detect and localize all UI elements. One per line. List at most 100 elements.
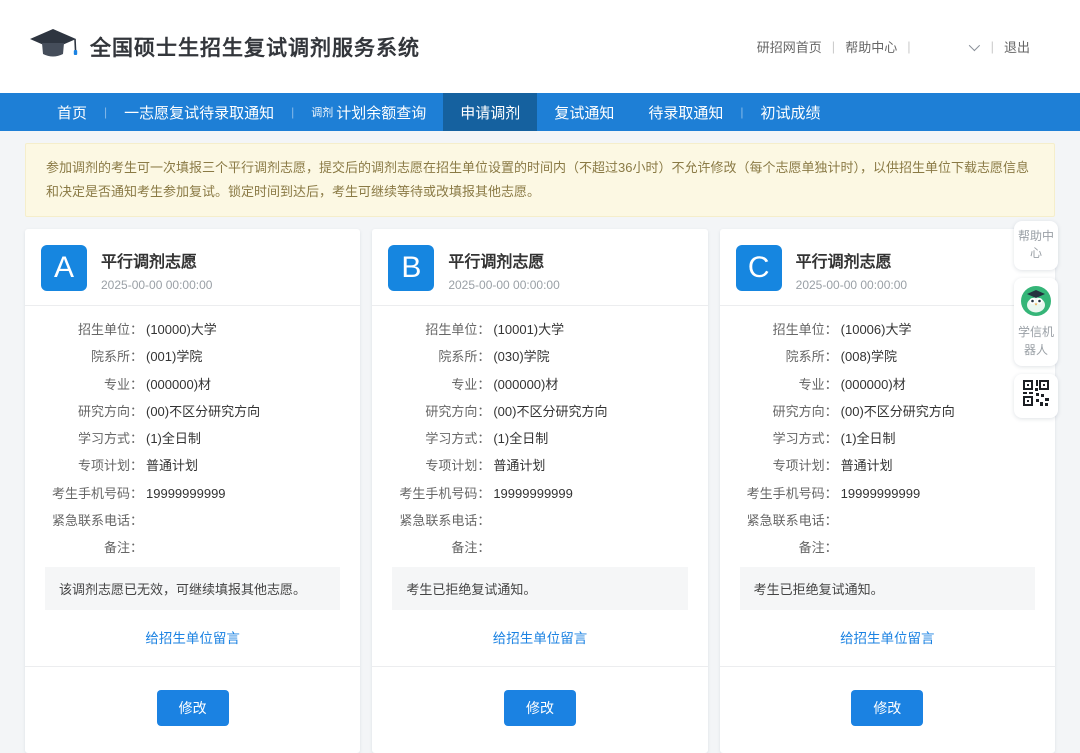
field-label: 招生单位：: [386, 322, 490, 338]
field-label: 专业：: [386, 377, 490, 393]
message-to-unit-link[interactable]: 给招生单位留言: [386, 610, 693, 666]
chevron-down-icon[interactable]: [968, 39, 979, 50]
field-label: 紧急联系电话：: [734, 513, 838, 529]
field-label: 紧急联系电话：: [386, 513, 490, 529]
message-to-unit-link[interactable]: 给招生单位留言: [39, 610, 346, 666]
header-divider: |: [832, 39, 835, 54]
nav-item-admission-notice[interactable]: 待录取通知: [631, 93, 740, 131]
card-body: 招生单位：(10006)大学 院系所：(008)学院 专业：(000000)材 …: [720, 306, 1055, 666]
field-label: 专项计划：: [734, 458, 838, 474]
card-title: 平行调剂志愿: [101, 245, 212, 272]
edit-button[interactable]: 修改: [157, 690, 229, 726]
adjustment-card-a: A 平行调剂志愿 2025-00-00 00:00:00 招生单位：(10000…: [25, 229, 360, 753]
field-label: 学习方式：: [39, 431, 143, 447]
field-value: 普通计划: [493, 458, 545, 474]
card-datetime: 2025-00-00 00:00:00: [101, 278, 212, 292]
link-help-center[interactable]: 帮助中心: [845, 37, 897, 56]
robot-avatar-icon: [1017, 286, 1055, 321]
field-label: 研究方向：: [386, 404, 490, 420]
field-value: (10001)大学: [493, 322, 564, 338]
field-label: 学习方式：: [386, 431, 490, 447]
card-letter-badge: A: [41, 245, 87, 291]
notice-banner: 参加调剂的考生可一次填报三个平行调剂志愿，提交后的调剂志愿在招生单位设置的时间内…: [25, 143, 1055, 217]
card-datetime: 2025-00-00 00:00:00: [448, 278, 559, 292]
nav-item-first-choice-notice[interactable]: 一志愿复试待录取通知: [107, 93, 291, 131]
field-label: 专业：: [39, 377, 143, 393]
field-label: 院系所：: [39, 349, 143, 365]
message-to-unit-link[interactable]: 给招生单位留言: [734, 610, 1041, 666]
field-label: 考生手机号码：: [386, 486, 490, 502]
card-footer: 修改: [25, 666, 360, 753]
field-label: 备注：: [734, 540, 838, 556]
field-label: 备注：: [386, 540, 490, 556]
card-title: 平行调剂志愿: [448, 245, 559, 272]
field-value: (10000)大学: [146, 322, 217, 338]
field-label: 学习方式：: [734, 431, 838, 447]
edit-button[interactable]: 修改: [504, 690, 576, 726]
field-value: (10006)大学: [841, 322, 912, 338]
help-center-widget[interactable]: 帮助中心: [1014, 221, 1058, 270]
nav-item-plan-balance-query[interactable]: 调剂 计划余额查询: [294, 93, 443, 131]
field-value: (00)不区分研究方向: [841, 404, 955, 420]
header-links: 研招网首页 | 帮助中心 | | 退出: [757, 37, 1050, 56]
card-footer: 修改: [720, 666, 1055, 753]
page-title: 全国硕士生招生复试调剂服务系统: [90, 32, 420, 62]
field-label: 研究方向：: [734, 404, 838, 420]
card-letter-badge: B: [388, 245, 434, 291]
nav-item-initial-scores[interactable]: 初试成绩: [743, 93, 837, 131]
card-header: A 平行调剂志愿 2025-00-00 00:00:00: [25, 229, 360, 306]
header-divider: |: [907, 39, 910, 54]
field-label: 专项计划：: [386, 458, 490, 474]
link-logout[interactable]: 退出: [1004, 37, 1030, 56]
link-yanzhao-home[interactable]: 研招网首页: [757, 37, 822, 56]
field-value: (1)全日制: [493, 431, 548, 447]
graduation-cap-icon: [30, 26, 78, 67]
status-message: 该调剂志愿已无效，可继续填报其他志愿。: [45, 567, 340, 610]
field-label: 招生单位：: [39, 322, 143, 338]
xuexin-robot-widget[interactable]: 学信机器人: [1014, 278, 1058, 366]
nav-item-home[interactable]: 首页: [40, 93, 104, 131]
card-datetime: 2025-00-00 00:00:00: [796, 278, 907, 292]
card-header: B 平行调剂志愿 2025-00-00 00:00:00: [372, 229, 707, 306]
field-value: (001)学院: [146, 349, 202, 365]
field-label: 考生手机号码：: [39, 486, 143, 502]
nav-item-apply-adjustment[interactable]: 申请调剂: [443, 93, 537, 131]
card-title: 平行调剂志愿: [796, 245, 907, 272]
field-label: 招生单位：: [734, 322, 838, 338]
adjustment-card-c: C 平行调剂志愿 2025-00-00 00:00:00 招生单位：(10006…: [720, 229, 1055, 753]
field-label: 院系所：: [386, 349, 490, 365]
card-footer: 修改: [372, 666, 707, 753]
nav-item-reexam-notice[interactable]: 复试通知: [537, 93, 631, 131]
field-label: 紧急联系电话：: [39, 513, 143, 529]
field-value: (000000)材: [146, 377, 211, 393]
field-label: 研究方向：: [39, 404, 143, 420]
floating-panel: 帮助中心 学信机器人: [1014, 221, 1058, 418]
card-header: C 平行调剂志愿 2025-00-00 00:00:00: [720, 229, 1055, 306]
card-body: 招生单位：(10000)大学 院系所：(001)学院 专业：(000000)材 …: [25, 306, 360, 666]
field-value: (008)学院: [841, 349, 897, 365]
robot-label: 学信机器人: [1018, 325, 1054, 356]
field-value: 19999999999: [146, 486, 226, 502]
qr-code-widget[interactable]: [1014, 374, 1058, 418]
status-message: 考生已拒绝复试通知。: [392, 567, 687, 610]
main-nav: 首页 | 一志愿复试待录取通知 | 调剂 计划余额查询 申请调剂 复试通知 待录…: [0, 93, 1080, 131]
field-value: (000000)材: [841, 377, 906, 393]
field-label: 备注：: [39, 540, 143, 556]
field-label: 考生手机号码：: [734, 486, 838, 502]
field-label: 专业：: [734, 377, 838, 393]
adjustment-cards: A 平行调剂志愿 2025-00-00 00:00:00 招生单位：(10000…: [25, 229, 1055, 753]
field-value: 普通计划: [146, 458, 198, 474]
status-message: 考生已拒绝复试通知。: [740, 567, 1035, 610]
edit-button[interactable]: 修改: [851, 690, 923, 726]
header-divider: |: [991, 39, 994, 54]
field-label: 院系所：: [734, 349, 838, 365]
field-value: (1)全日制: [841, 431, 896, 447]
field-label: 专项计划：: [39, 458, 143, 474]
field-value: (00)不区分研究方向: [146, 404, 260, 420]
card-body: 招生单位：(10001)大学 院系所：(030)学院 专业：(000000)材 …: [372, 306, 707, 666]
qr-code-icon: [1023, 380, 1049, 411]
field-value: (030)学院: [493, 349, 549, 365]
field-value: (00)不区分研究方向: [493, 404, 607, 420]
field-value: 19999999999: [841, 486, 921, 502]
field-value: (1)全日制: [146, 431, 201, 447]
